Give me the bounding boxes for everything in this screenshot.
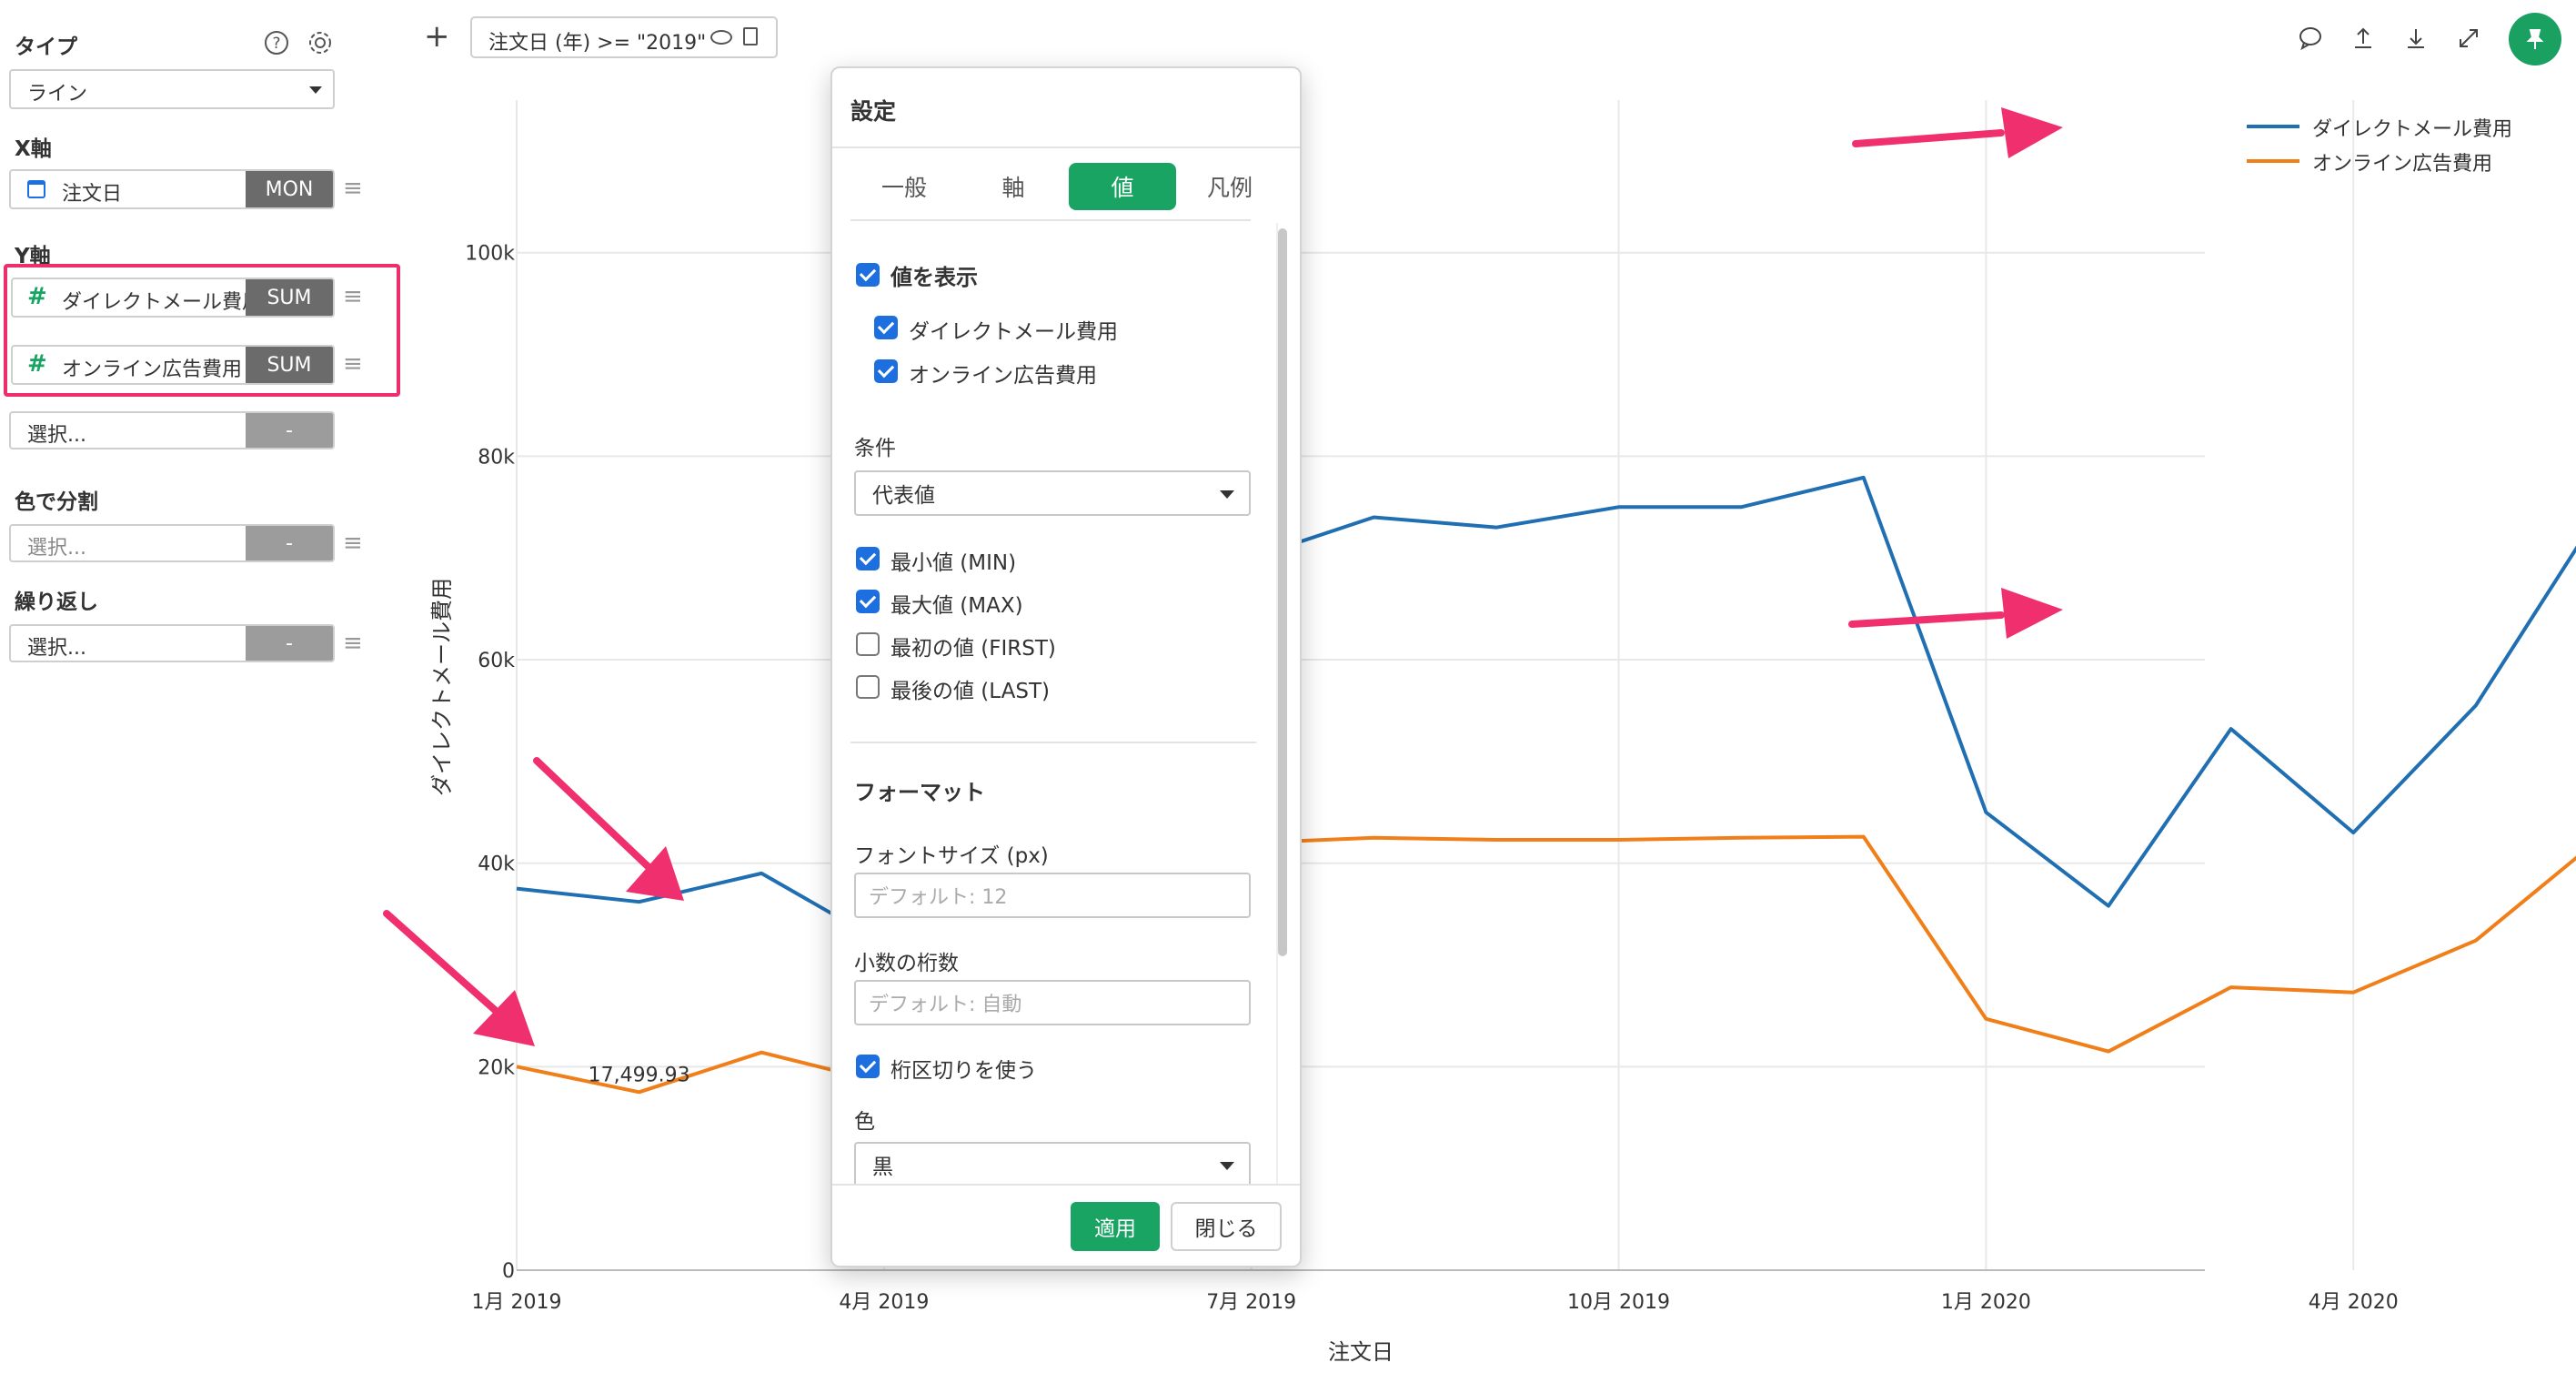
color-label: 色 (854, 1110, 875, 1134)
section-divider (850, 742, 1256, 743)
tab-axis[interactable]: 軸 (960, 163, 1067, 210)
decimals-input[interactable]: デフォルト: 自動 (854, 980, 1251, 1025)
arrow-to-direct-mail-min (533, 757, 684, 901)
min-label: 最小値 (MIN) (891, 551, 1017, 575)
settings-dialog: 設定 一般 軸 値 凡例 値を表示 ダイレクトメール費用 オンライン広告費用 条… (830, 66, 1302, 1267)
font-size-input[interactable]: デフォルト: 12 (854, 873, 1251, 918)
first-checkbox[interactable] (856, 632, 880, 656)
series-check-online-ads-label: オンライン広告費用 (909, 364, 1097, 388)
decimals-placeholder: デフォルト: 自動 (869, 994, 1022, 1016)
font-size-placeholder: デフォルト: 12 (869, 886, 1008, 909)
first-label: 最初の値 (FIRST) (891, 637, 1056, 661)
arrow-to-online-ads-min (383, 910, 535, 1046)
chevron-down-icon (1220, 490, 1234, 499)
series-check-online-ads[interactable] (874, 359, 898, 383)
min-checkbox[interactable] (856, 547, 880, 570)
condition-select[interactable]: 代表値 (854, 470, 1251, 516)
format-title: フォーマット (854, 780, 985, 805)
close-button[interactable]: 閉じる (1171, 1202, 1282, 1251)
series-check-direct-mail-label: ダイレクトメール費用 (909, 320, 1118, 344)
tab-legend[interactable]: 凡例 (1176, 163, 1283, 210)
thousands-separator-checkbox[interactable] (856, 1055, 880, 1078)
tab-values[interactable]: 値 (1069, 163, 1176, 210)
arrow-to-online-ads-max (1848, 588, 2063, 639)
apply-button[interactable]: 適用 (1071, 1202, 1160, 1251)
condition-select-value: 代表値 (872, 484, 935, 508)
decimals-label: 小数の桁数 (854, 952, 959, 975)
font-size-label: フォントサイズ (px) (854, 844, 1049, 868)
color-select-value: 黒 (872, 1156, 893, 1179)
dialog-title: 設定 (850, 98, 897, 125)
dialog-scrollbar-thumb[interactable] (1278, 228, 1287, 956)
max-checkbox[interactable] (856, 590, 880, 613)
tabs-divider (850, 219, 1251, 221)
thousands-separator-label: 桁区切りを使う (891, 1059, 1037, 1083)
arrow-to-direct-mail-max (1852, 107, 2063, 158)
last-label: 最後の値 (LAST) (891, 680, 1050, 703)
show-values-label: 値を表示 (891, 265, 978, 290)
condition-label: 条件 (854, 437, 896, 460)
series-check-direct-mail[interactable] (874, 316, 898, 339)
dialog-title-divider (832, 146, 1300, 148)
last-checkbox[interactable] (856, 675, 880, 699)
tab-general[interactable]: 一般 (850, 163, 958, 210)
color-select[interactable]: 黒 (854, 1142, 1251, 1187)
chevron-down-icon (1220, 1162, 1234, 1170)
max-label: 最大値 (MAX) (891, 594, 1023, 618)
show-values-checkbox[interactable] (856, 263, 880, 287)
